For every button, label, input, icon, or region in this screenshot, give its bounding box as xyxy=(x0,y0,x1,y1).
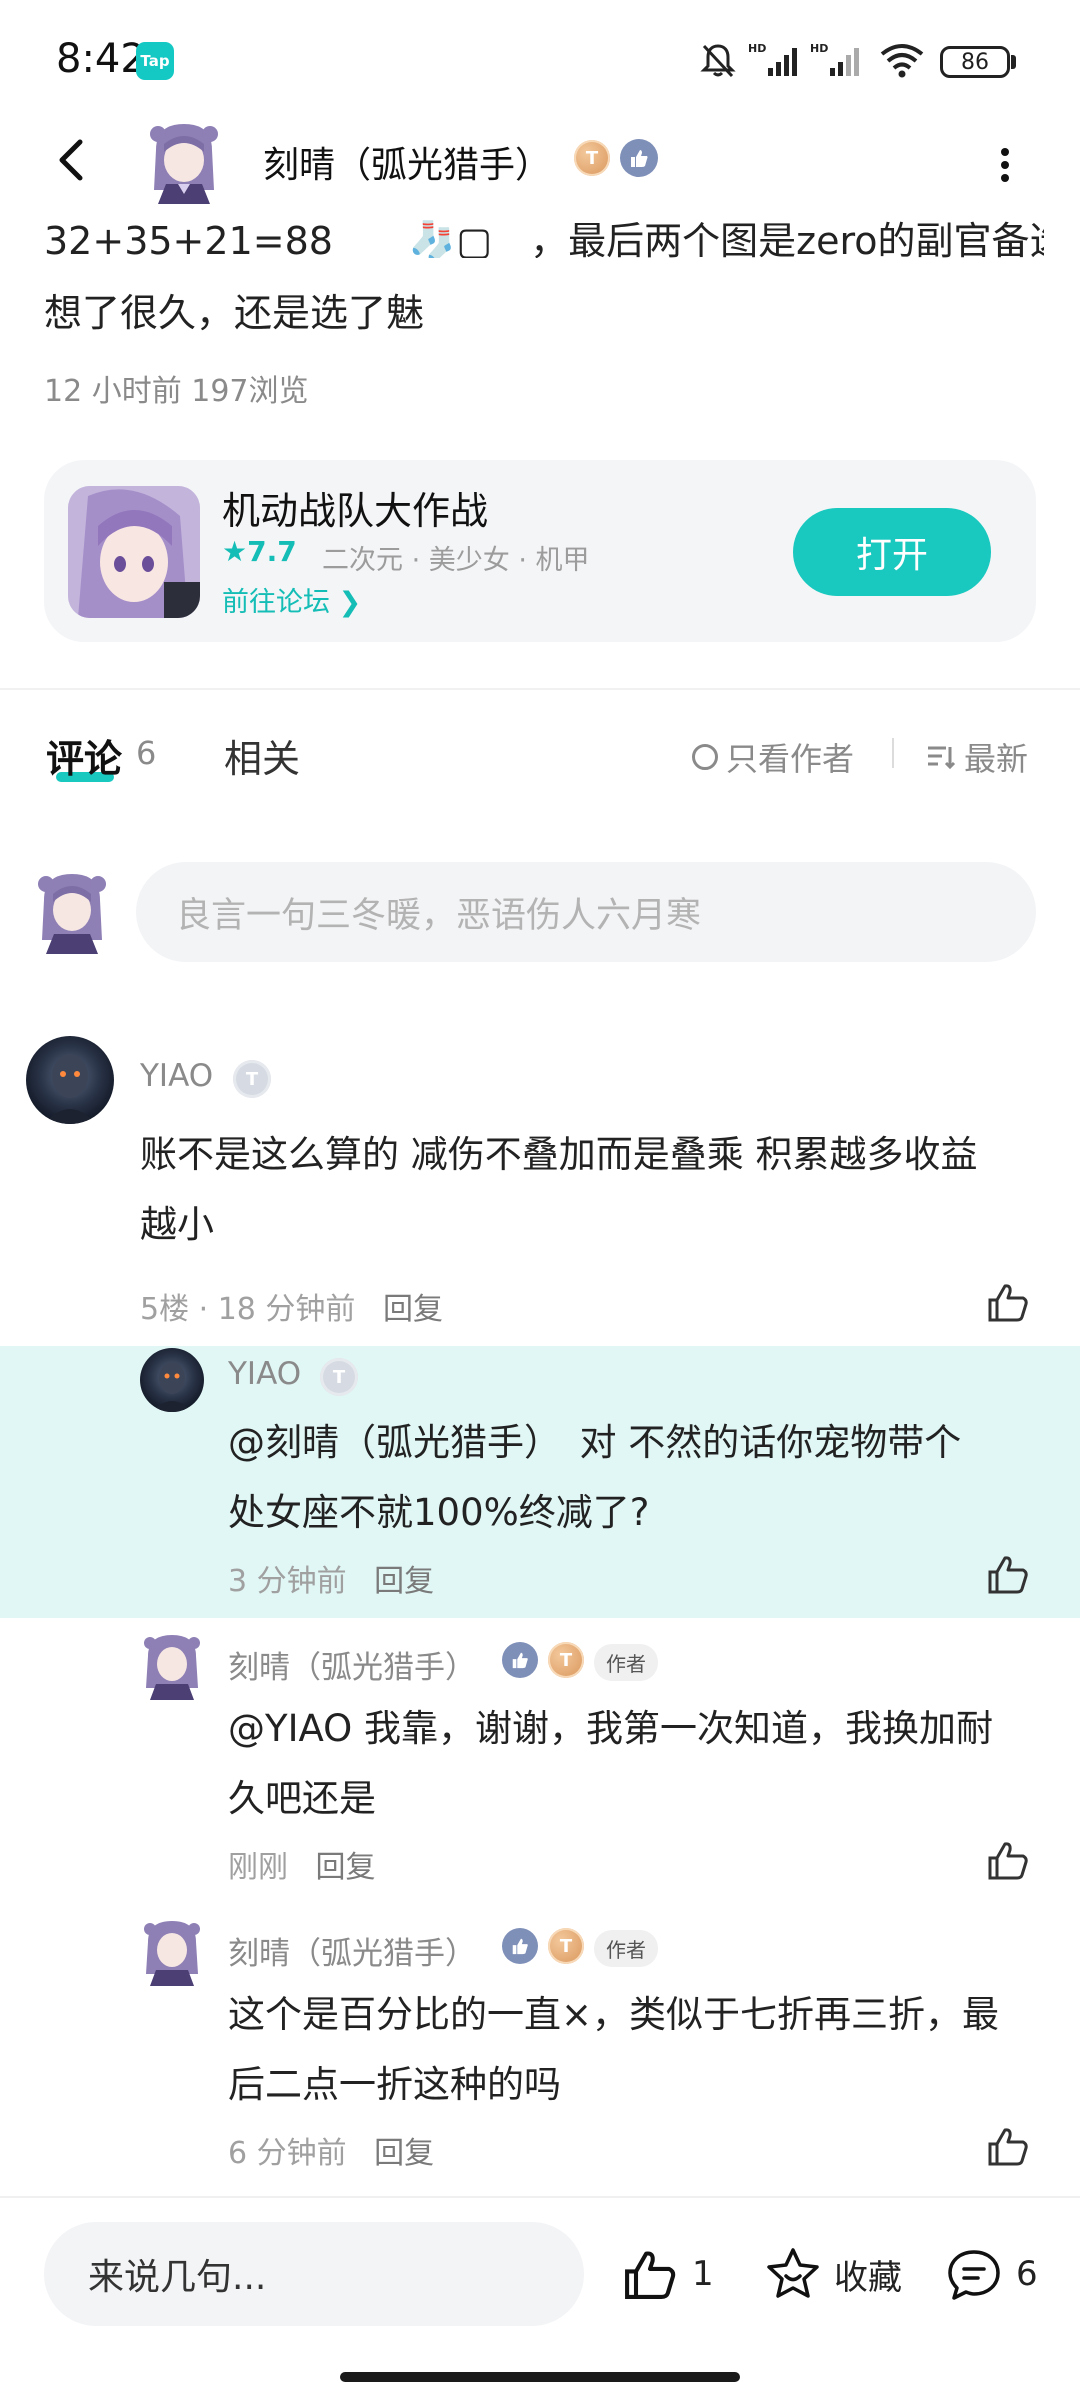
reply-body-line: 久吧还是 xyxy=(228,1777,376,1820)
reply-body-line: 后二点一折这种的吗 xyxy=(228,2063,561,2106)
reply-body-line: 这个是百分比的一直×，类似于七折再三折，最 xyxy=(228,1993,1000,2036)
battery-tip xyxy=(1011,55,1016,69)
thumbs-up-badge-icon xyxy=(502,1928,538,1964)
status-bar: 8:42 Tap HD HD 86 xyxy=(0,0,1080,120)
star-icon xyxy=(767,2248,819,2298)
post-text-line-1: 32+35+21=88 🧦▢ ，最后两个图是zero的副官备选 xyxy=(44,219,1044,258)
reply-timestamp: 刚刚 xyxy=(228,1850,288,1885)
author-only-toggle[interactable]: 只看作者 xyxy=(692,734,854,780)
reply-meta: 3 分钟前 回复 xyxy=(228,1556,434,1600)
home-indicator[interactable] xyxy=(340,2372,740,2382)
reply-avatar[interactable] xyxy=(140,1918,204,1986)
post-like-button[interactable]: 1 xyxy=(622,2246,714,2302)
signal-hd-2-icon: HD xyxy=(810,42,859,76)
favorite-button[interactable]: 收藏 xyxy=(764,2246,902,2302)
reply-link[interactable]: 回复 xyxy=(374,1564,434,1599)
status-time: 8:42 xyxy=(56,36,146,82)
sort-icon xyxy=(928,746,956,770)
comment-button[interactable]: 6 xyxy=(944,2246,1038,2302)
section-divider xyxy=(0,688,1080,690)
like-icon[interactable] xyxy=(986,1280,1030,1324)
tap-app-icon: Tap xyxy=(136,42,174,80)
reply-link[interactable]: 回复 xyxy=(316,1850,376,1885)
battery-indicator: 86 xyxy=(940,46,1010,78)
reply-meta: 6 分钟前 回复 xyxy=(228,2128,434,2172)
header-title[interactable]: 刻晴（弧光猎手） xyxy=(263,136,551,188)
comment-input[interactable]: 良言一句三冬暖，恶语伤人六月寒 xyxy=(136,862,1036,962)
reply-username[interactable]: YIAO xyxy=(228,1356,301,1392)
sort-latest-button[interactable]: 最新 xyxy=(926,734,1028,780)
game-tags: 二次元 · 美少女 · 机甲 xyxy=(322,545,590,576)
post-meta: 12 小时前 197浏览 xyxy=(44,374,309,409)
tab-related[interactable]: 相关 xyxy=(224,728,300,783)
reply-body: 这个是百分比的一直×，类似于七折再三折，最 后二点一折这种的吗 xyxy=(228,1980,1048,2120)
favorite-label: 收藏 xyxy=(834,2257,902,2298)
game-name[interactable]: 机动战队大作战 xyxy=(222,480,488,535)
comment-count: 6 xyxy=(1016,2254,1038,2294)
comment-timestamp: 5楼 · 18 分钟前 xyxy=(140,1292,356,1327)
reply-username[interactable]: 刻晴（弧光猎手） xyxy=(228,1928,476,1973)
more-options-icon[interactable] xyxy=(990,140,1020,190)
wifi-icon xyxy=(880,44,924,78)
sort-label: 最新 xyxy=(964,740,1029,778)
level-badge: T xyxy=(574,140,610,176)
silent-bell-icon xyxy=(700,44,736,78)
like-icon[interactable] xyxy=(986,1838,1030,1882)
go-to-forum-link[interactable]: 前往论坛 ❯ xyxy=(222,580,361,619)
author-tag: 作者 xyxy=(594,1644,658,1681)
filter-separator xyxy=(892,738,894,768)
game-icon[interactable] xyxy=(68,486,200,618)
reply-body-line: @刻晴（弧光猎手） 对 不然的话你宠物带个 xyxy=(228,1421,962,1464)
author-only-label: 只看作者 xyxy=(726,740,855,778)
comments-count: 6 xyxy=(136,734,157,772)
svg-text:HD: HD xyxy=(748,42,766,55)
level-badge: T xyxy=(548,1928,584,1964)
bottom-comment-input[interactable]: 来说几句... xyxy=(44,2222,584,2326)
reply-username[interactable]: 刻晴（弧光猎手） xyxy=(228,1642,476,1687)
like-count: 1 xyxy=(692,2254,714,2294)
reply-body-line: @YIAO 我靠，谢谢，我第一次知道，我换加耐 xyxy=(228,1707,994,1750)
reply-avatar[interactable] xyxy=(140,1632,204,1700)
commenter-avatar[interactable] xyxy=(26,1036,114,1124)
reply-timestamp: 6 分钟前 xyxy=(228,2136,347,2171)
level-badge: T xyxy=(548,1642,584,1678)
post-text-line-2: 想了很久，还是选了魅 xyxy=(44,291,425,335)
tab-comments[interactable]: 评论 xyxy=(46,728,122,783)
comment-bubble-icon xyxy=(948,2250,1000,2300)
comment-body: 账不是这么算的 减伤不叠加而是叠乘 积累越多收益 越小 xyxy=(140,1120,1040,1260)
signal-hd-1-icon: HD xyxy=(748,42,797,76)
reply-timestamp: 3 分钟前 xyxy=(228,1564,347,1599)
reply-avatar[interactable] xyxy=(140,1348,204,1412)
svg-text:HD: HD xyxy=(810,42,828,55)
bottom-divider xyxy=(0,2196,1080,2198)
reply-link[interactable]: 回复 xyxy=(374,2136,434,2171)
thumbs-up-badge-icon xyxy=(502,1642,538,1678)
reply-body-line: 处女座不就100%终减了? xyxy=(228,1491,650,1534)
comment-body-line: 账不是这么算的 减伤不叠加而是叠乘 积累越多收益 xyxy=(140,1133,978,1176)
game-rating: ★7.7 xyxy=(222,535,297,568)
reply-meta: 刚刚 回复 xyxy=(228,1842,376,1886)
level-badge: T xyxy=(320,1358,358,1396)
thumbs-up-icon xyxy=(625,2251,676,2299)
author-avatar[interactable] xyxy=(144,120,224,204)
back-arrow-icon[interactable] xyxy=(44,130,104,190)
reply-body: @YIAO 我靠，谢谢，我第一次知道，我换加耐 久吧还是 xyxy=(228,1694,1048,1834)
author-tag: 作者 xyxy=(594,1930,658,1967)
comment-username[interactable]: YIAO xyxy=(140,1058,213,1094)
comment-body-line: 越小 xyxy=(140,1203,214,1246)
my-avatar xyxy=(38,874,106,954)
reply-link[interactable]: 回复 xyxy=(383,1292,443,1327)
like-icon[interactable] xyxy=(986,2124,1030,2168)
radio-circle-icon xyxy=(692,744,718,770)
reply-body: @刻晴（弧光猎手） 对 不然的话你宠物带个 处女座不就100%终减了? xyxy=(228,1408,1048,1548)
thumbs-up-badge-icon xyxy=(620,139,658,177)
comment-meta: 5楼 · 18 分钟前 回复 xyxy=(140,1284,443,1328)
like-icon[interactable] xyxy=(986,1552,1030,1596)
open-game-button[interactable]: 打开 xyxy=(793,508,991,596)
level-badge: T xyxy=(233,1060,271,1098)
